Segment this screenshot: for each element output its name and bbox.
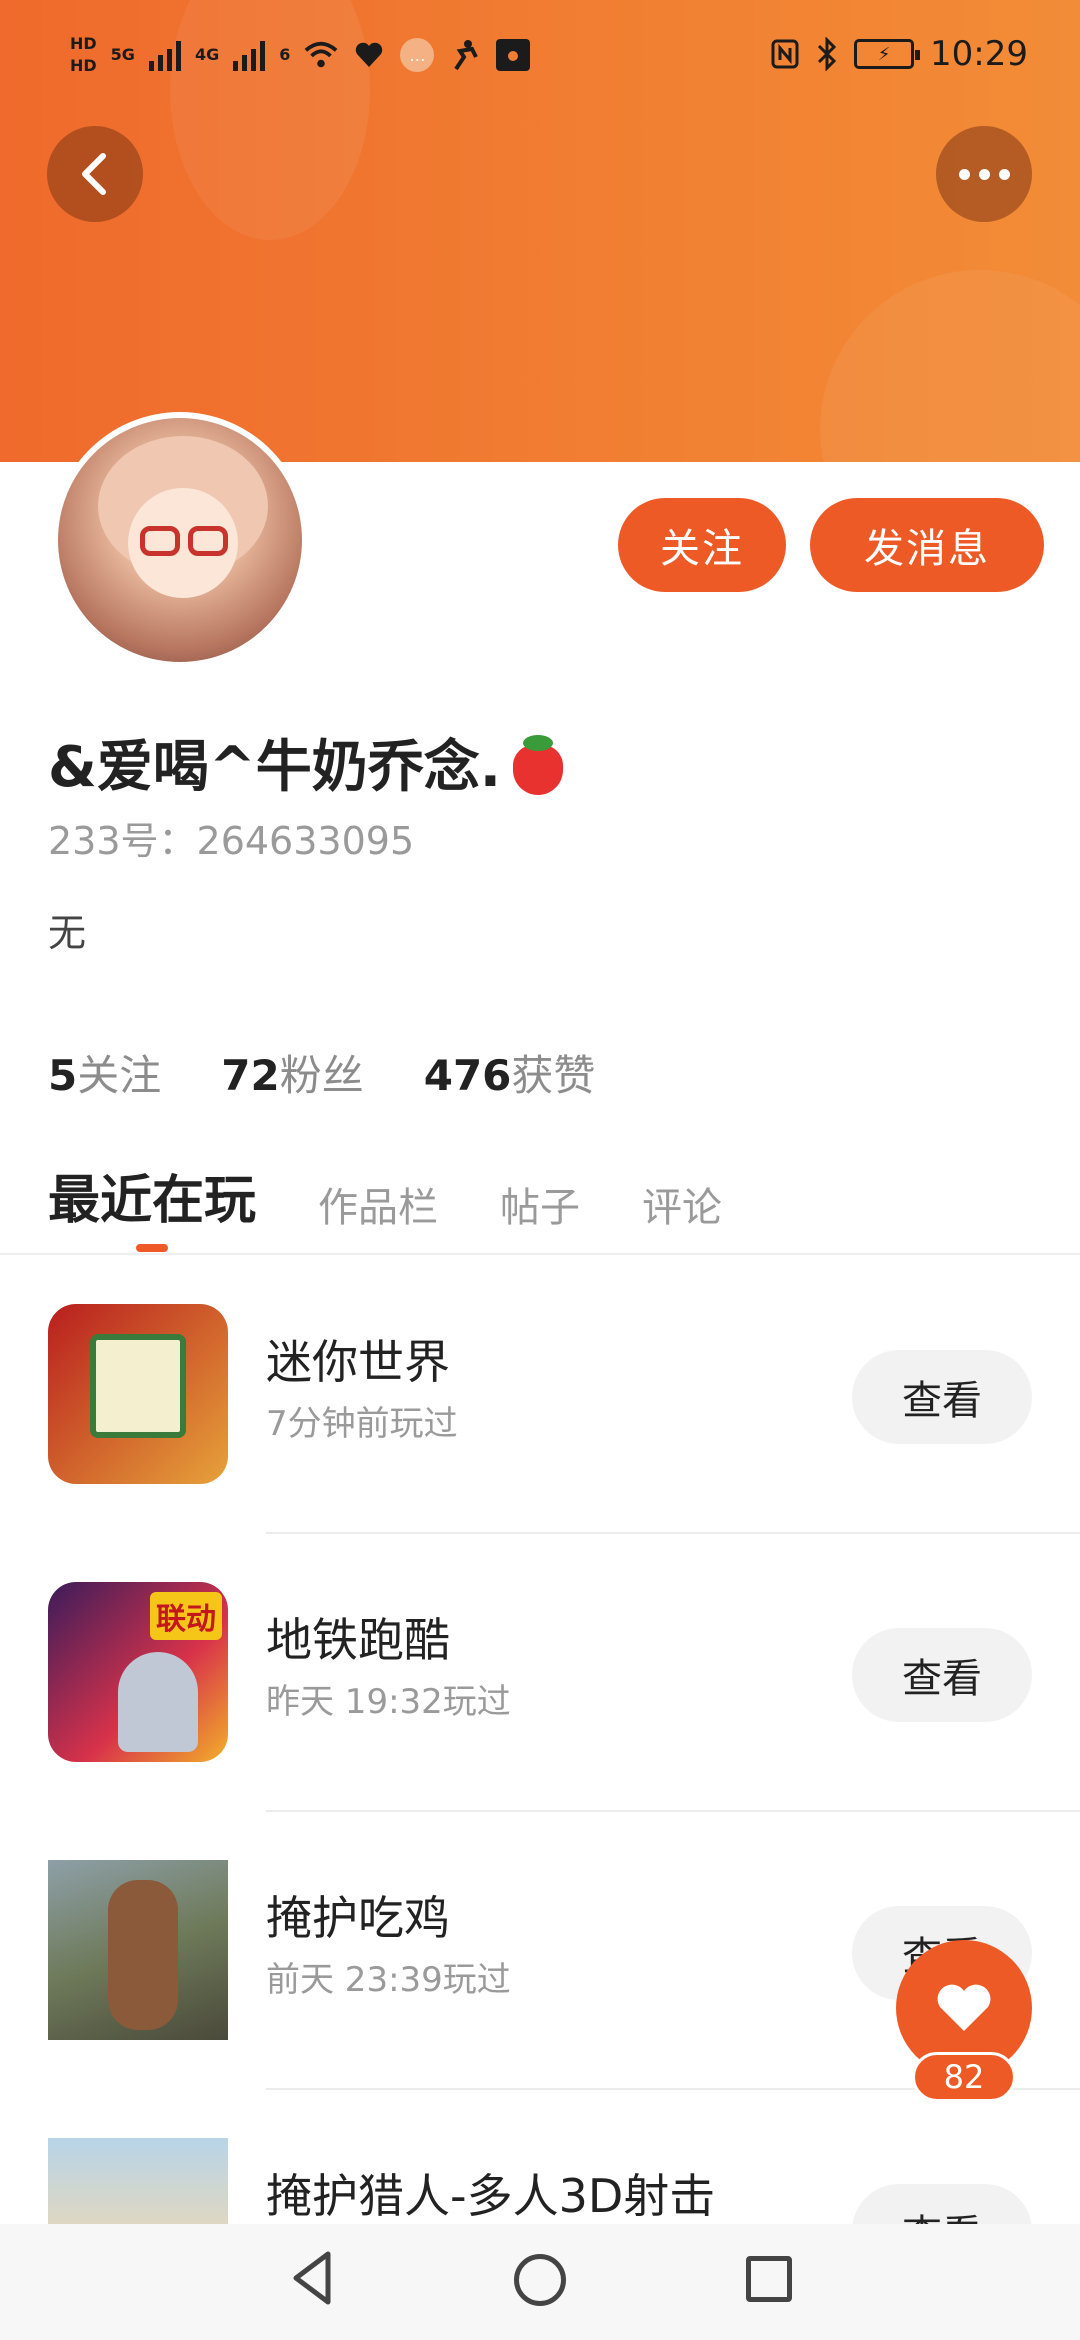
status-right-icons: ⚡ 10:29 [770,34,1028,74]
status-time: 10:29 [930,34,1028,74]
strawberry-emoji-icon [509,733,565,795]
network-4g-label: 4G [194,45,220,64]
hd-label: HD [70,34,97,53]
status-bar: HD HD 5G 4G 6 … ⚡ 10:29 [0,0,1080,124]
profile-tabs: 最近在玩 作品栏 帖子 评论 [48,1158,722,1252]
nav-home-icon[interactable] [514,2254,566,2306]
wifi-icon [304,38,338,72]
tab-comments[interactable]: 评论 [642,1175,722,1233]
profile-header-banner: HD HD 5G 4G 6 … ⚡ 10:29 [0,0,1080,462]
bluetooth-icon [817,37,837,71]
stat-following[interactable]: 5关注 [48,1042,161,1103]
game-name: 地铁跑酷 [266,1613,450,1667]
game-name: 掩护猎人-多人3D射击 [266,2169,716,2223]
game-list-item[interactable]: 联动 地铁跑酷 昨天 19:32玩过 查看 [0,1534,1080,1812]
tab-posts[interactable]: 帖子 [500,1175,580,1233]
game-name: 迷你世界 [266,1335,450,1389]
view-game-button[interactable]: 查看 [852,1350,1032,1444]
hd-indicators: HD HD [70,36,97,74]
user-bio: 无 [48,911,87,955]
username-row: &爱喝^牛奶乔念. [48,722,565,803]
status-left-icons: HD HD 5G 4G 6 … [70,36,531,74]
game-list-item[interactable]: 迷你世界 7分钟前玩过 查看 [0,1256,1080,1534]
system-navigation-bar [0,2224,1080,2340]
battery-icon: ⚡ [854,39,921,69]
view-game-button[interactable]: 查看 [852,1628,1032,1722]
stat-likes[interactable]: 476获赞 [424,1042,596,1103]
heart-app-icon [352,38,386,72]
stat-count: 5 [48,1051,78,1100]
heart-icon [937,1984,991,2031]
running-app-icon [448,38,482,72]
follow-button[interactable]: 关注 [618,498,786,592]
nfc-icon [771,39,799,69]
red-packet-icon [496,39,531,71]
send-message-button[interactable]: 发消息 [810,498,1044,592]
back-button[interactable] [47,126,143,222]
stat-followers[interactable]: 72粉丝 [221,1042,363,1103]
network-5g-label: 5G [110,45,135,64]
tab-works[interactable]: 作品栏 [318,1175,438,1233]
network-6-label: 6 [279,45,291,64]
chat-bubble-icon: … [400,38,435,72]
signal-icon [148,39,181,71]
profile-stats: 5关注 72粉丝 476获赞 [48,1042,595,1103]
nav-recent-apps-icon[interactable] [746,2256,792,2302]
stat-label: 关注 [77,1051,162,1100]
username: &爱喝^牛奶乔念. [48,735,502,800]
game-last-played: 前天 23:39玩过 [266,1960,511,2000]
collab-badge: 联动 [150,1592,222,1640]
stat-count: 476 [423,1051,512,1100]
avatar-image [58,418,302,662]
more-dots-icon [958,168,1010,180]
hd-label: HD [70,56,97,75]
stat-count: 72 [221,1051,280,1100]
more-options-button[interactable] [936,126,1032,222]
divider [0,1253,1080,1255]
avatar[interactable] [52,412,308,668]
header-decoration [820,270,1080,462]
game-icon-mini-world [48,1304,228,1484]
stat-label: 获赞 [511,1051,596,1100]
game-icon-subway-surfers: 联动 [48,1582,228,1762]
game-icon-cover-shooter [48,1860,228,2040]
signal-icon [233,39,266,71]
game-last-played: 昨天 19:32玩过 [266,1682,511,1722]
chevron-left-icon [82,153,106,195]
like-count-badge: 82 [912,2052,1016,2102]
stat-label: 粉丝 [279,1051,364,1100]
game-last-played: 7分钟前玩过 [266,1404,458,1444]
tab-recently-played[interactable]: 最近在玩 [48,1158,256,1252]
user-id: 233号：264633095 [48,819,415,863]
game-name: 掩护吃鸡 [266,1891,450,1945]
nav-back-icon[interactable] [282,2246,346,2310]
